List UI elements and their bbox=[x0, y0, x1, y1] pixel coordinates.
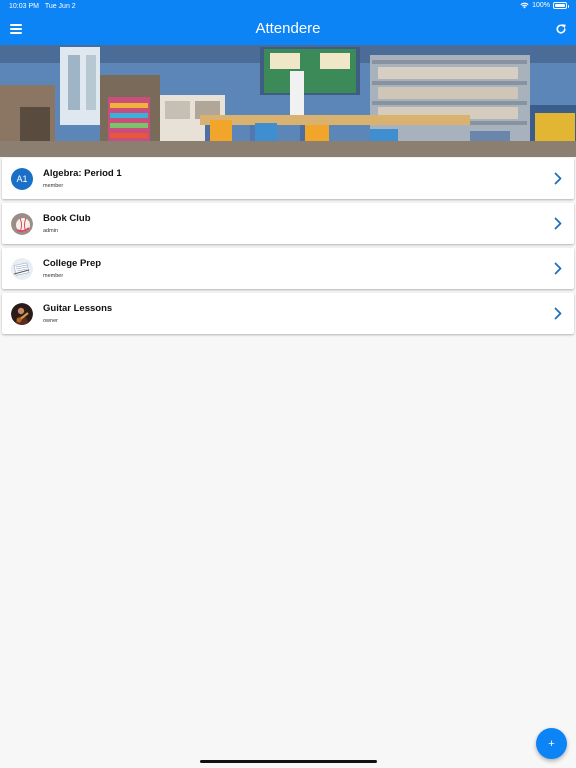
add-group-button[interactable]: + bbox=[536, 728, 567, 759]
group-role: owner bbox=[43, 318, 58, 324]
chevron-right-icon bbox=[554, 307, 562, 320]
status-indicators: 100% bbox=[520, 2, 569, 9]
battery-icon bbox=[553, 2, 569, 9]
group-name: Guitar Lessons bbox=[43, 303, 113, 314]
group-role: admin bbox=[43, 228, 58, 234]
refresh-icon[interactable] bbox=[555, 23, 567, 35]
classroom-photo bbox=[0, 45, 576, 157]
group-name: Algebra: Period 1 bbox=[43, 168, 122, 179]
group-role: member bbox=[43, 183, 64, 189]
home-indicator bbox=[200, 760, 377, 763]
classroom-banner-image bbox=[0, 45, 576, 157]
status-date: Tue Jun 2 bbox=[44, 3, 76, 10]
status-time: 10:03 PM bbox=[9, 3, 39, 10]
wifi-icon bbox=[520, 2, 529, 9]
chevron-right-icon bbox=[554, 217, 562, 230]
group-list: A1 Algebra: Period 1 member Book Club ad… bbox=[2, 158, 574, 338]
list-item[interactable]: College Prep member bbox=[2, 248, 574, 289]
list-item[interactable]: Book Club admin bbox=[2, 203, 574, 244]
top-app-bar: 10:03 PM Tue Jun 2 100% Attendere bbox=[0, 0, 576, 45]
plus-icon: + bbox=[548, 737, 555, 750]
list-item[interactable]: A1 Algebra: Period 1 member bbox=[2, 158, 574, 199]
avatar: A1 bbox=[11, 168, 33, 190]
avatar bbox=[11, 303, 33, 325]
group-name: College Prep bbox=[43, 258, 102, 269]
avatar bbox=[11, 258, 33, 280]
group-name: Book Club bbox=[43, 213, 91, 224]
list-item[interactable]: Guitar Lessons owner bbox=[2, 293, 574, 334]
group-role: member bbox=[43, 273, 64, 279]
app-screen: 10:03 PM Tue Jun 2 100% Attendere A1 Alg… bbox=[0, 0, 576, 768]
status-time-date: 10:03 PM Tue Jun 2 bbox=[9, 3, 76, 10]
page-title: Attendere bbox=[255, 20, 321, 37]
chevron-right-icon bbox=[554, 172, 562, 185]
battery-percent: 100% bbox=[532, 2, 550, 9]
chevron-right-icon bbox=[554, 262, 562, 275]
avatar bbox=[11, 213, 33, 235]
